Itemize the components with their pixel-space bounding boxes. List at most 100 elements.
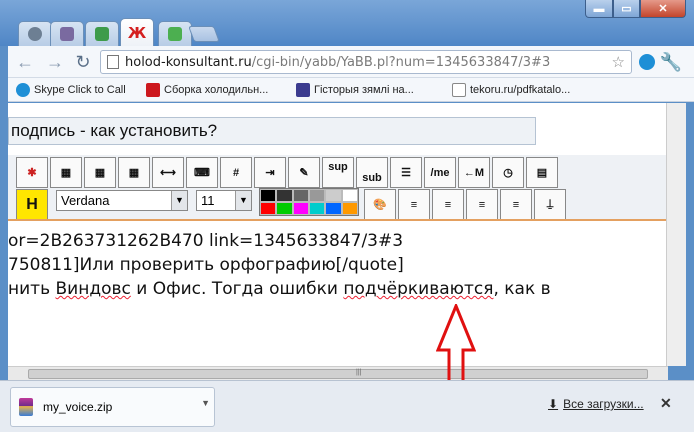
- text-fragment: , как в: [493, 279, 551, 299]
- bookmark-history[interactable]: Гісторыя зямлі на...: [296, 82, 414, 98]
- typewriter-icon: ⌨: [194, 167, 210, 179]
- highlight-button[interactable]: H: [16, 189, 48, 220]
- color-swatch[interactable]: [260, 189, 277, 202]
- code-button[interactable]: ⌨: [186, 157, 218, 188]
- hash-button[interactable]: #: [220, 157, 252, 188]
- skype-icon: [639, 54, 655, 70]
- color-swatch[interactable]: [325, 189, 342, 202]
- download-item[interactable]: my_voice.zip ▼: [10, 387, 215, 427]
- close-shelf-icon[interactable]: ✕: [660, 395, 672, 412]
- title-bar: Ж ▬ ▭ ✕: [0, 0, 694, 46]
- back-button[interactable]: ←: [14, 52, 36, 72]
- move-left-label: ←M: [463, 166, 485, 179]
- wrench-icon: 🔧: [659, 51, 683, 72]
- reload-button[interactable]: ↻: [72, 52, 94, 72]
- minimize-button[interactable]: ▬: [585, 0, 613, 18]
- align-center-button[interactable]: ≡: [466, 189, 498, 220]
- size-select[interactable]: 11 ▼: [196, 190, 252, 211]
- flash-button[interactable]: ✱: [16, 157, 48, 188]
- maximize-button[interactable]: ▭: [613, 0, 640, 18]
- align-right-button[interactable]: ≡: [500, 189, 532, 220]
- text-line: нить Виндовс и Офис. Тогда ошибки подчёр…: [8, 277, 666, 301]
- site-icon: [296, 83, 310, 97]
- bookmarks-bar: Skype Click to Call Сборка холодильн... …: [8, 78, 694, 102]
- table-col-button[interactable]: ▦: [118, 157, 150, 188]
- forward-button[interactable]: →: [44, 52, 66, 72]
- tab-2[interactable]: [50, 21, 84, 46]
- maximize-icon: ▭: [621, 3, 632, 15]
- align-left-icon: ≡: [410, 198, 418, 211]
- color-swatch[interactable]: [341, 189, 358, 202]
- table-button[interactable]: ▦: [50, 157, 82, 188]
- color-swatch[interactable]: [276, 189, 293, 202]
- color-palette: [259, 188, 359, 216]
- color-swatch[interactable]: [325, 202, 342, 215]
- table-icon: ▦: [60, 167, 72, 179]
- move-left-button[interactable]: ←M: [458, 157, 490, 188]
- document-button[interactable]: ▤: [526, 157, 558, 188]
- text-line: 750811]Или проверить орфографию[/quote]: [8, 255, 404, 275]
- text-line: or=2B263731262B470 link=1345633847/3#3: [8, 231, 404, 251]
- pencil-icon: ✎: [299, 167, 309, 179]
- subject-input[interactable]: подпись - как установить?: [8, 117, 536, 145]
- color-swatch[interactable]: [309, 189, 326, 202]
- download-filename: my_voice.zip: [43, 400, 113, 414]
- color-swatch[interactable]: [309, 202, 326, 215]
- font-select[interactable]: Verdana ▼: [56, 190, 188, 211]
- bookmark-star-icon[interactable]: ☆: [612, 53, 625, 71]
- page-content: подпись - как установить? ✱ ▦ ▦ ▦ ⟷ ⌨ # …: [8, 103, 666, 366]
- color-picker-button[interactable]: 🎨: [364, 189, 396, 220]
- reload-icon: ↻: [75, 51, 91, 72]
- tab-3[interactable]: [85, 21, 119, 46]
- bookmark-skype[interactable]: Skype Click to Call: [16, 82, 126, 98]
- close-button[interactable]: ✕: [640, 0, 686, 18]
- hr-button[interactable]: ⟷: [152, 157, 184, 188]
- clock-icon: ◷: [503, 167, 513, 179]
- chevron-down-icon[interactable]: ▼: [201, 398, 210, 408]
- tab-1[interactable]: [18, 21, 52, 46]
- color-swatch[interactable]: [341, 202, 358, 215]
- bookmark-tekoru[interactable]: tekoru.ru/pdfkatalo...: [452, 82, 570, 98]
- all-downloads-link[interactable]: ⬇ Все загрузки...: [548, 397, 644, 411]
- new-tab-button[interactable]: [188, 26, 220, 42]
- signature-button[interactable]: ⍊: [534, 189, 566, 220]
- document-icon: ▤: [536, 167, 548, 179]
- toolbar-divider: [8, 219, 666, 221]
- align-justify-button[interactable]: ≡: [432, 189, 464, 220]
- message-textarea[interactable]: or=2B263731262B470 link=1345633847/3#3 7…: [8, 229, 666, 366]
- list-button[interactable]: ☰: [390, 157, 422, 188]
- sup-button[interactable]: sup: [322, 157, 354, 188]
- bookmark-label: tekoru.ru/pdfkatalo...: [470, 84, 571, 96]
- chevron-down-icon: ▼: [235, 191, 251, 210]
- scroll-grip-icon: |||: [356, 369, 362, 376]
- align-center-icon: ≡: [478, 198, 486, 211]
- bookmark-youtube[interactable]: Сборка холодильн...: [146, 82, 268, 98]
- settings-button[interactable]: 🔧: [660, 52, 682, 72]
- color-swatch[interactable]: [260, 202, 277, 215]
- font-select-value: Verdana: [61, 193, 110, 208]
- skype-extension-button[interactable]: [636, 52, 658, 72]
- youtube-icon: [146, 83, 160, 97]
- list-icon: ☰: [401, 167, 411, 179]
- horizontal-scrollbar[interactable]: |||: [8, 366, 668, 380]
- edit-button[interactable]: ✎: [288, 157, 320, 188]
- move-button[interactable]: ⇥: [254, 157, 286, 188]
- scrollbar-thumb[interactable]: [28, 369, 648, 379]
- me-button[interactable]: /me: [424, 157, 456, 188]
- tab-active[interactable]: Ж: [120, 18, 154, 46]
- chevron-down-icon: ▼: [171, 191, 187, 210]
- tab-5[interactable]: [158, 21, 192, 46]
- address-bar[interactable]: holod-konsultant.ru/cgi-bin/yabb/YaBB.pl…: [100, 50, 632, 74]
- horizontal-arrows-icon: ⟷: [160, 167, 176, 179]
- text-fragment: нить: [8, 279, 56, 299]
- color-swatch[interactable]: [292, 189, 309, 202]
- table-row-button[interactable]: ▦: [84, 157, 116, 188]
- vertical-scrollbar[interactable]: [666, 103, 686, 366]
- skype-icon: [16, 83, 30, 97]
- color-swatch[interactable]: [292, 202, 309, 215]
- flash-icon: ✱: [27, 167, 37, 179]
- timestamp-button[interactable]: ◷: [492, 157, 524, 188]
- color-swatch[interactable]: [276, 202, 293, 215]
- align-left-button[interactable]: ≡: [398, 189, 430, 220]
- sub-button[interactable]: sub: [356, 157, 388, 188]
